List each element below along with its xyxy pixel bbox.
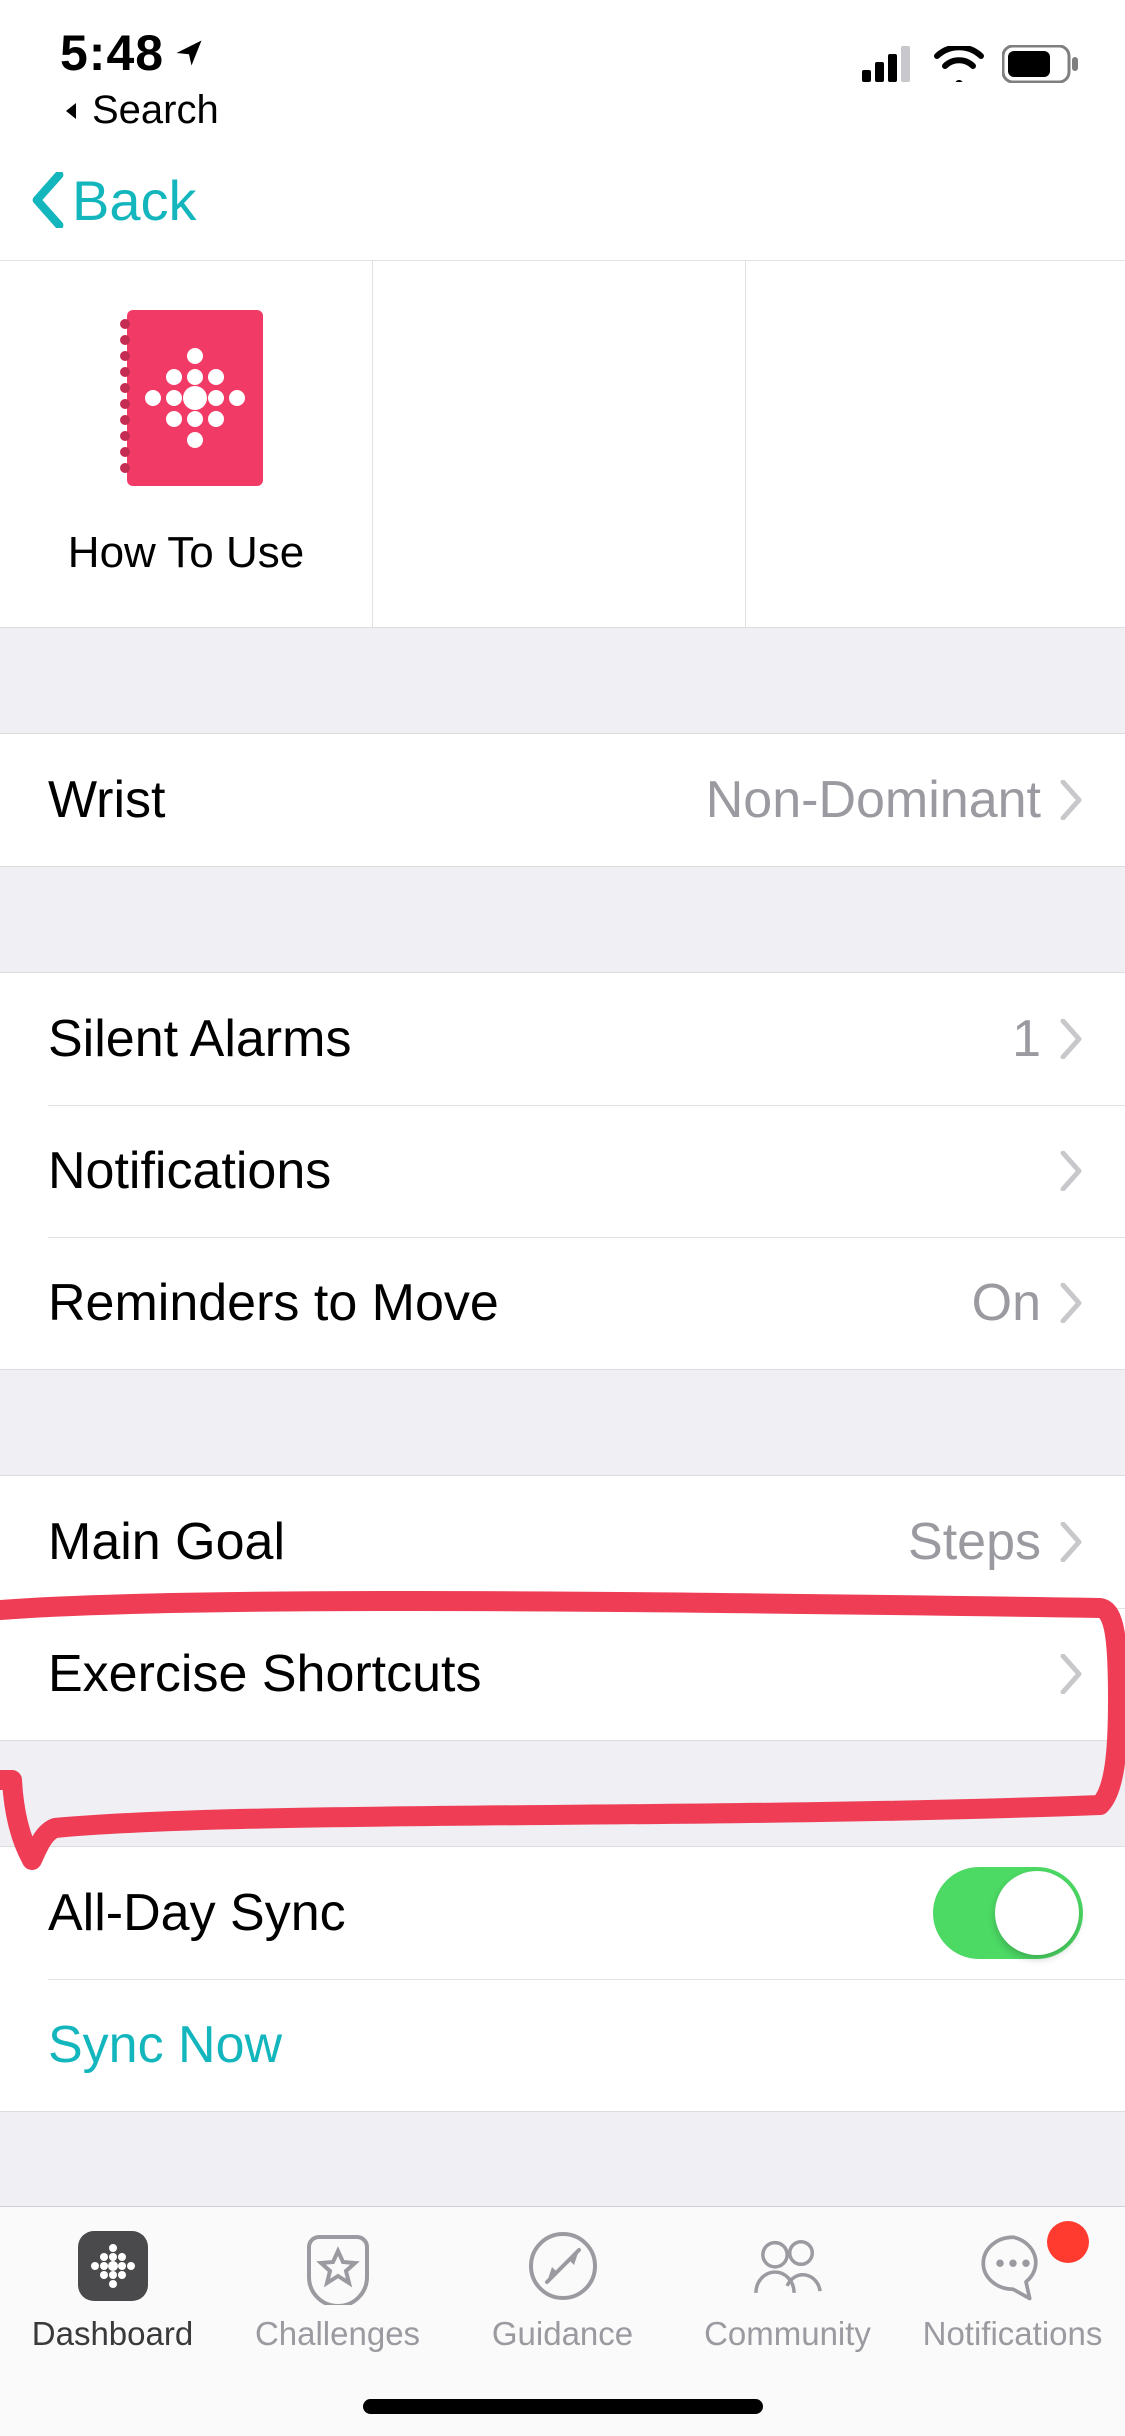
status-icons — [862, 45, 1080, 83]
book-icon — [109, 310, 263, 486]
cellular-signal-icon — [862, 46, 916, 82]
chevron-right-icon — [1059, 1151, 1083, 1191]
chevron-right-icon — [1059, 780, 1083, 820]
community-icon — [749, 2227, 827, 2305]
section-spacer — [0, 867, 1125, 972]
all-day-sync-row[interactable]: All-Day Sync — [0, 1847, 1125, 1979]
tab-bar: Dashboard Challenges Guidance — [0, 2206, 1125, 2436]
how-to-use-tile[interactable]: How To Use — [0, 261, 373, 627]
section-spacer — [0, 628, 1125, 733]
sync-group: All-Day Sync Sync Now — [0, 1846, 1125, 2112]
tab-notifications[interactable]: Notifications — [900, 2227, 1125, 2436]
wrist-group: Wrist Non-Dominant — [0, 733, 1125, 867]
alarms-group: Silent Alarms 1 Notifications Reminders … — [0, 972, 1125, 1370]
challenges-icon — [299, 2227, 377, 2305]
guidance-icon — [524, 2227, 602, 2305]
notifications-row[interactable]: Notifications — [0, 1105, 1125, 1237]
notifications-icon — [974, 2227, 1052, 2305]
sync-now-label: Sync Now — [48, 2015, 282, 2075]
main-goal-row[interactable]: Main Goal Steps — [0, 1476, 1125, 1608]
reminders-label: Reminders to Move — [48, 1273, 972, 1333]
silent-alarms-value: 1 — [1012, 1009, 1041, 1069]
status-time: 5:48 — [60, 24, 204, 82]
breadcrumb-label: Search — [92, 88, 219, 133]
all-day-sync-toggle[interactable] — [933, 1867, 1083, 1959]
empty-tile-2 — [746, 261, 1119, 627]
location-arrow-icon — [174, 38, 204, 68]
back-button[interactable]: Back — [28, 168, 197, 233]
tab-community-label: Community — [704, 2315, 871, 2353]
notifications-label: Notifications — [48, 1141, 1059, 1201]
status-bar: 5:48 Search — [0, 0, 1125, 140]
exercise-shortcuts-label: Exercise Shortcuts — [48, 1644, 1059, 1704]
how-to-use-label: How To Use — [68, 528, 304, 578]
empty-tile-1 — [373, 261, 746, 627]
tab-challenges-label: Challenges — [255, 2315, 420, 2353]
tab-dashboard-label: Dashboard — [32, 2315, 193, 2353]
wrist-label: Wrist — [48, 770, 706, 830]
tab-dashboard[interactable]: Dashboard — [0, 2227, 225, 2436]
breadcrumb-back-to-search[interactable]: Search — [60, 88, 1075, 133]
silent-alarms-row[interactable]: Silent Alarms 1 — [0, 973, 1125, 1105]
dashboard-icon — [74, 2227, 152, 2305]
silent-alarms-label: Silent Alarms — [48, 1009, 1012, 1069]
chevron-right-icon — [1059, 1654, 1083, 1694]
all-day-sync-label: All-Day Sync — [48, 1883, 933, 1943]
exercise-shortcuts-row[interactable]: Exercise Shortcuts — [0, 1608, 1125, 1740]
chevron-right-icon — [1059, 1019, 1083, 1059]
triangle-left-icon — [60, 99, 84, 123]
clock-text: 5:48 — [60, 24, 164, 82]
chevron-right-icon — [1059, 1522, 1083, 1562]
sync-now-row[interactable]: Sync Now — [0, 1979, 1125, 2111]
chevron-right-icon — [1059, 1283, 1083, 1323]
wrist-row[interactable]: Wrist Non-Dominant — [0, 734, 1125, 866]
section-spacer — [0, 1370, 1125, 1475]
section-spacer — [0, 2112, 1125, 2152]
wifi-icon — [934, 46, 984, 82]
tile-row: How To Use — [0, 260, 1125, 628]
reminders-row[interactable]: Reminders to Move On — [0, 1237, 1125, 1369]
nav-header: Back — [0, 140, 1125, 260]
battery-icon — [1002, 45, 1080, 83]
main-goal-label: Main Goal — [48, 1512, 908, 1572]
chevron-left-icon — [28, 172, 68, 228]
tab-notifications-label: Notifications — [923, 2315, 1103, 2353]
goals-group: Main Goal Steps Exercise Shortcuts — [0, 1475, 1125, 1741]
main-goal-value: Steps — [908, 1512, 1041, 1572]
tab-guidance-label: Guidance — [492, 2315, 633, 2353]
back-label: Back — [72, 168, 197, 233]
notification-badge — [1047, 2221, 1089, 2263]
wrist-value: Non-Dominant — [706, 770, 1041, 830]
section-spacer — [0, 1741, 1125, 1846]
home-indicator[interactable] — [363, 2399, 763, 2414]
reminders-value: On — [972, 1273, 1041, 1333]
